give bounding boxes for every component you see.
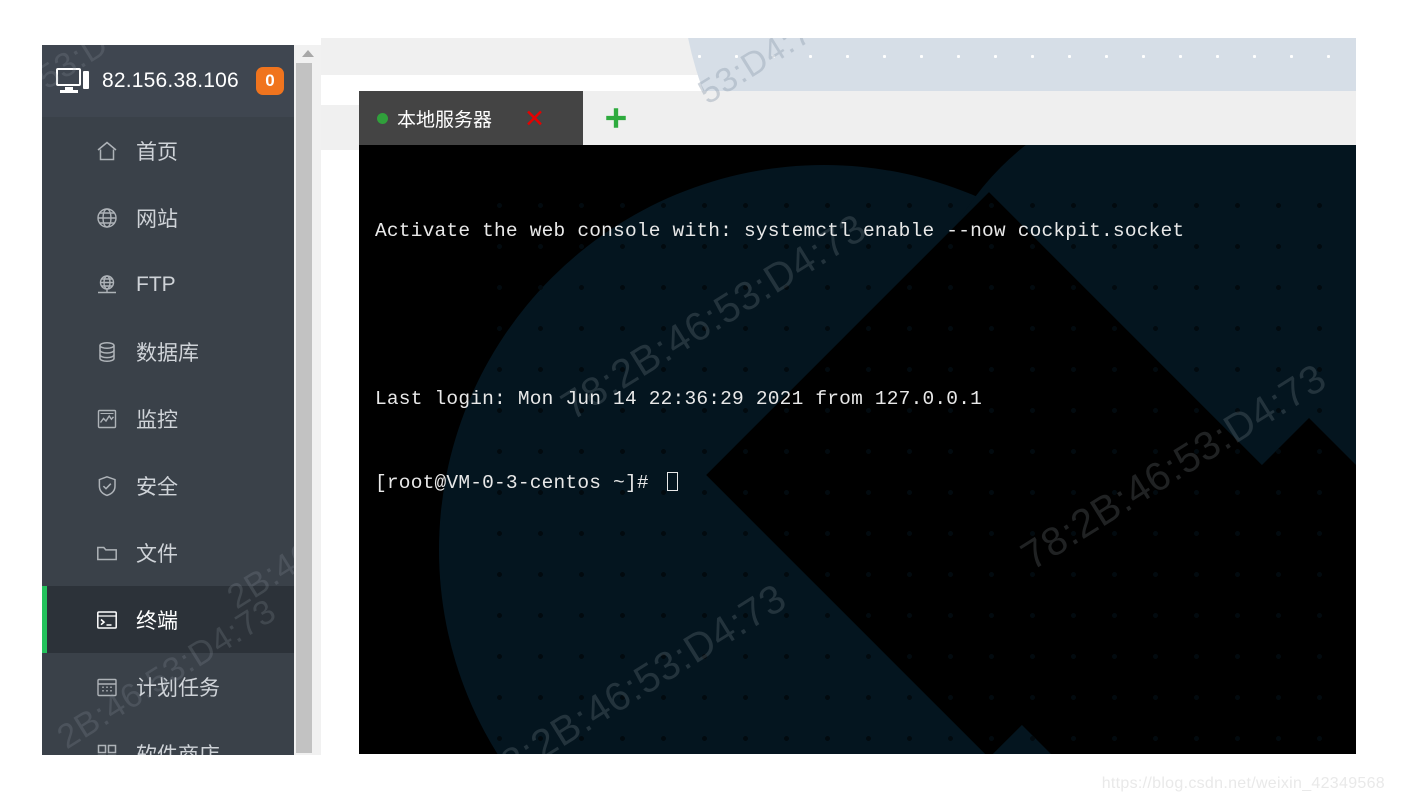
host-address: 82.156.38.106 (102, 69, 239, 92)
cursor-block-icon (666, 472, 678, 491)
terminal-tab[interactable]: 本地服务器 ✕ (359, 91, 583, 145)
terminal-prompt: [root@VM-0-3-centos ~]# (375, 472, 661, 494)
sidebar-item-label: 软件商店 (136, 743, 220, 756)
sidebar-item-home[interactable]: 首页 (42, 117, 294, 184)
notification-badge[interactable]: 0 (256, 67, 284, 95)
watermark-mac: 78:2B:46:53:D4:73 (473, 575, 795, 754)
sidebar-item-app-store[interactable]: 软件商店 (42, 720, 294, 755)
status-dot-icon (377, 112, 388, 124)
terminal-icon (94, 607, 120, 633)
database-icon (94, 339, 120, 365)
csdn-watermark: https://blog.csdn.net/weixin_42349568 (1101, 775, 1385, 792)
home-icon (94, 138, 120, 164)
sidebar-item-monitor[interactable]: 监控 (42, 385, 294, 452)
close-icon[interactable]: ✕ (524, 106, 565, 131)
apps-icon (94, 741, 120, 755)
chart-icon (94, 406, 120, 432)
terminal-body[interactable]: Activate the web console with: systemctl… (359, 145, 1356, 754)
calendar-icon (94, 674, 120, 700)
monitor-icon (56, 68, 90, 94)
main-content: 本地服务器 ✕ Activate the web console with: s… (321, 38, 1356, 754)
scrollbar-thumb[interactable] (296, 63, 312, 753)
sidebar-item-label: 安全 (136, 475, 178, 499)
sidebar-item-label: 计划任务 (136, 676, 220, 700)
sidebar-item-label: 终端 (136, 609, 178, 633)
plus-icon (603, 105, 629, 131)
terminal-output: Activate the web console with: systemctl… (359, 145, 1356, 553)
sidebar-item-security[interactable]: 安全 (42, 452, 294, 519)
sidebar-item-files[interactable]: 文件 (42, 519, 294, 586)
shield-icon (94, 473, 120, 499)
sidebar-item-website[interactable]: 网站 (42, 184, 294, 251)
sidebar-item-label: 监控 (136, 408, 178, 432)
sidebar-item-cron[interactable]: 计划任务 (42, 653, 294, 720)
terminal-window: 本地服务器 ✕ Activate the web console with: s… (359, 91, 1356, 754)
sidebar-menu: 首页 网站 FTP 数据库 监控 安全 文件 终端 计划任务 软件商店 (42, 117, 294, 755)
folder-icon (94, 540, 120, 566)
terminal-prompt-line: [root@VM-0-3-centos ~]# (375, 469, 1356, 497)
terminal-line: Activate the web console with: systemctl… (375, 220, 1185, 242)
sidebar-item-ftp[interactable]: FTP (42, 251, 294, 318)
terminal-tab-title: 本地服务器 (397, 109, 493, 131)
app-window: 82.156.38.106 0 首页 网站 FTP 数据库 监控 安全 文件 终… (0, 0, 1401, 799)
terminal-line: Last login: Mon Jun 14 22:36:29 2021 fro… (375, 388, 982, 410)
sidebar-item-label: 数据库 (136, 341, 199, 365)
sidebar-item-terminal[interactable]: 终端 (42, 586, 294, 653)
terminal-tabbar: 本地服务器 ✕ (359, 91, 1356, 145)
sidebar-item-label: FTP (136, 272, 176, 296)
globe-icon (94, 205, 120, 231)
sidebar-item-label: 网站 (136, 207, 178, 231)
add-tab-button[interactable] (583, 91, 649, 145)
sidebar: 82.156.38.106 0 首页 网站 FTP 数据库 监控 安全 文件 终… (42, 45, 294, 755)
sidebar-item-label: 文件 (136, 542, 178, 566)
chevron-up-icon[interactable] (294, 45, 321, 62)
sidebar-header[interactable]: 82.156.38.106 0 (42, 45, 294, 117)
sidebar-item-label: 首页 (136, 140, 178, 164)
ftp-icon (94, 272, 120, 298)
sidebar-scrollbar[interactable] (294, 45, 321, 755)
sidebar-item-database[interactable]: 数据库 (42, 318, 294, 385)
